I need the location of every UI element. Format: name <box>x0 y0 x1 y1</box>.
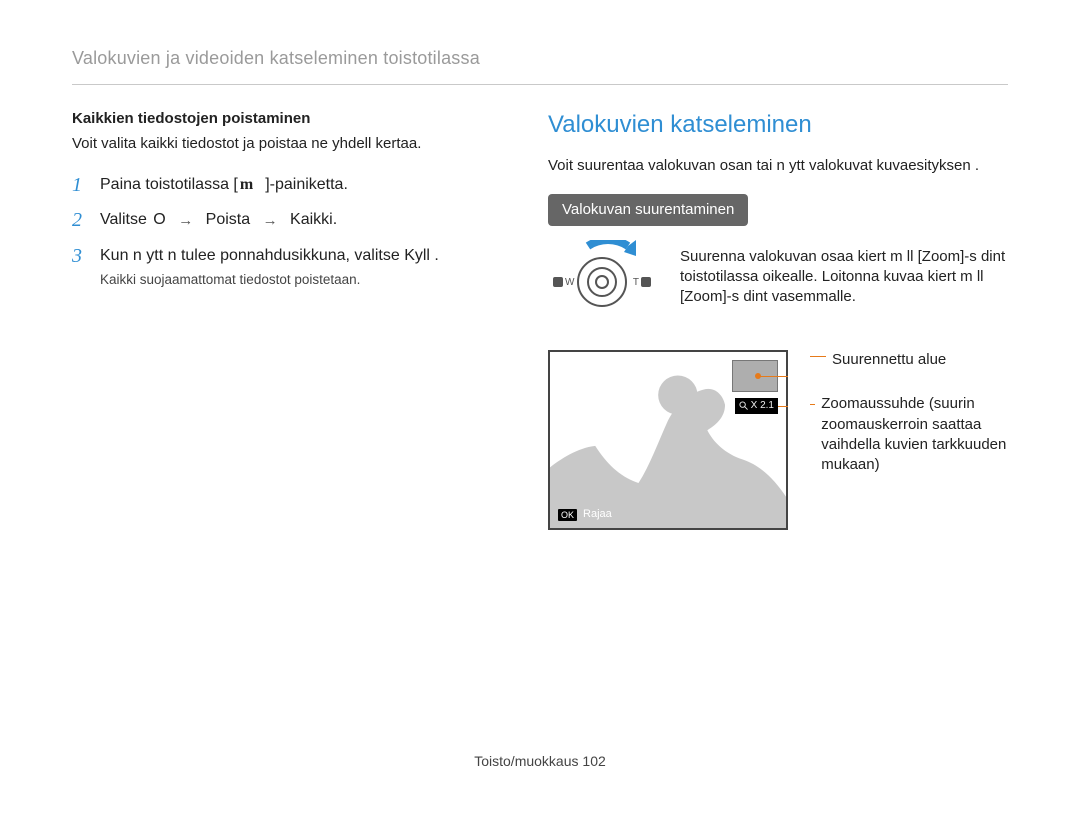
footer-page: 102 <box>582 753 605 769</box>
zoom-instruction: Suurenna valokuvan osaa kiert m ll [Zoom… <box>680 247 1008 308</box>
zoom-row: W T Suurenna valokuvan osaa kiert m ll [… <box>548 240 1008 314</box>
zoom-ratio-text: X 2.1 <box>751 399 774 413</box>
step-path: O <box>151 211 165 228</box>
crop-label: Rajaa <box>583 507 612 522</box>
callout-label: Zoomaussuhde (suurin zoomauskerroin saat… <box>815 394 1008 475</box>
step-3: 3 Kun n ytt n tulee ponnahdusikkuna, val… <box>72 245 492 289</box>
ok-badge: OK <box>558 509 577 521</box>
page: Valokuvien ja videoiden katseleminen toi… <box>0 0 1080 815</box>
step-num: 2 <box>72 207 82 234</box>
zoom-w-label: W <box>565 276 574 290</box>
zoom-dial-icon: W T <box>548 240 656 314</box>
left-lead: Voit valita kaikki tiedostot ja poistaa … <box>72 134 492 154</box>
step-2: 2 Valitse O → Poista → Kaikki. <box>72 209 492 231</box>
step-path: Kaikki. <box>290 211 337 228</box>
magnifier-icon <box>739 401 748 410</box>
step-num: 3 <box>72 243 82 270</box>
lcd-preview: X 2.1 OK Rajaa <box>548 350 788 530</box>
arrow-icon: → <box>178 211 193 231</box>
callout-ratio: Zoomaussuhde (suurin zoomauskerroin saat… <box>810 394 1008 475</box>
zoom-ratio-badge: X 2.1 <box>735 398 778 414</box>
step-text-post: ]-painiketta. <box>265 176 348 193</box>
step-text: Kun n ytt n tulee ponnahdusikkuna, valit… <box>100 247 439 264</box>
enlarge-row: X 2.1 OK Rajaa Suurennettu alue Zoomauss… <box>548 350 1008 530</box>
step-text-pre: Paina toistotilassa [ <box>100 176 238 193</box>
right-lead: Voit suurentaa valokuvan osan tai n ytt … <box>548 156 1008 176</box>
steps-list: 1 Paina toistotilassa [m]-painiketta. 2 … <box>72 174 492 289</box>
right-column: Valokuvien katseleminen Voit suurentaa v… <box>548 109 1008 530</box>
subsection-pill: Valokuvan suurentaminen <box>548 194 748 226</box>
step-num: 1 <box>72 172 82 199</box>
columns: Kaikkien tiedostojen poistaminen Voit va… <box>72 109 1008 530</box>
callout-label: Suurennettu alue <box>826 350 946 370</box>
pointer-line <box>758 376 788 377</box>
callout-mini: Suurennettu alue <box>810 350 1008 370</box>
step-note: Kaikki suojaamattomat tiedostot poisteta… <box>100 271 492 289</box>
step-text: Valitse <box>100 211 147 228</box>
left-column: Kaikkien tiedostojen poistaminen Voit va… <box>72 109 492 530</box>
connector-line <box>810 356 826 357</box>
crop-hint: OK Rajaa <box>558 507 612 522</box>
section-title: Valokuvien katseleminen <box>548 109 1008 141</box>
step-1: 1 Paina toistotilassa [m]-painiketta. <box>72 174 492 196</box>
footer-section: Toisto/muokkaus <box>474 753 578 769</box>
arrow-icon: → <box>263 211 278 231</box>
page-footer: Toisto/muokkaus 102 <box>0 752 1080 771</box>
step-path: Poista <box>206 211 250 228</box>
left-subhead: Kaikkien tiedostojen poistaminen <box>72 109 492 129</box>
page-title: Valokuvien ja videoiden katseleminen toi… <box>72 46 1008 70</box>
callouts: Suurennettu alue Zoomaussuhde (suurin zo… <box>810 350 1008 499</box>
zoom-t-label: T <box>633 276 639 290</box>
step-key: m <box>238 176 265 193</box>
header-divider <box>72 84 1008 85</box>
